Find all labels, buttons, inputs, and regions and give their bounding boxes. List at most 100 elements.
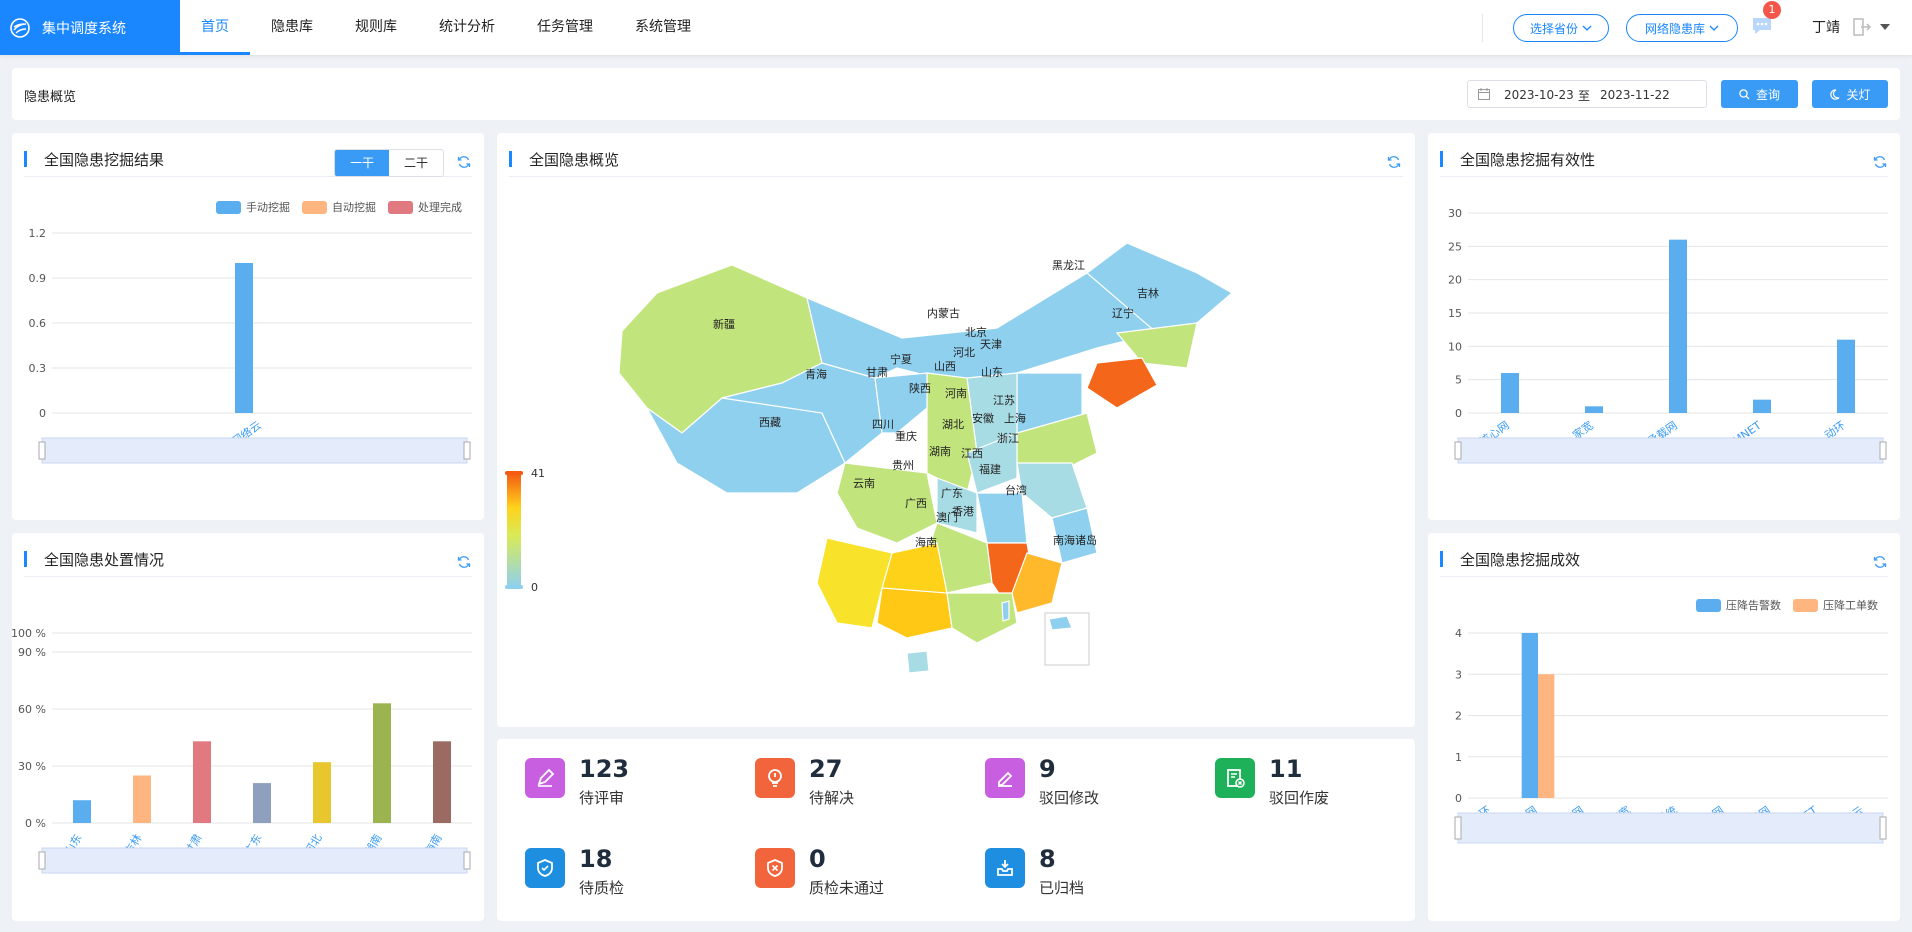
zoom-slider bbox=[1457, 437, 1884, 464]
region-hainan[interactable] bbox=[906, 650, 930, 674]
scale-handle-bottom[interactable] bbox=[505, 585, 523, 589]
region-taiwan[interactable] bbox=[1001, 600, 1010, 622]
label-shanxi: 山西 bbox=[934, 360, 956, 373]
legend-item[interactable]: 压降工单数 bbox=[1793, 597, 1878, 613]
lights-off-button[interactable]: 关灯 bbox=[1812, 80, 1888, 108]
zoom-handle-left bbox=[1454, 441, 1462, 460]
bar bbox=[433, 741, 451, 823]
bar bbox=[253, 783, 271, 823]
label-taiwan: 台湾 bbox=[1005, 483, 1027, 497]
legend-item[interactable]: 压降告警数 bbox=[1696, 597, 1781, 613]
y-tick-label: 0 bbox=[1455, 792, 1462, 805]
date-range-picker[interactable]: 2023-10-23 至 2023-11-22 bbox=[1467, 80, 1707, 108]
label-guangdong: 广东 bbox=[941, 487, 963, 500]
y-tick-label: 15 bbox=[1448, 307, 1462, 320]
stat-rejected-void[interactable]: 11 驳回作废 bbox=[1215, 755, 1329, 808]
library-select[interactable]: 网络隐患库 bbox=[1626, 14, 1738, 42]
bar bbox=[1669, 239, 1687, 413]
nav-rule-lib[interactable]: 规则库 bbox=[334, 0, 418, 55]
label-guizhou: 贵州 bbox=[892, 459, 914, 472]
bar bbox=[313, 762, 331, 823]
bar bbox=[1753, 399, 1771, 413]
stat-num: 27 bbox=[809, 755, 843, 783]
stat-label: 已归档 bbox=[1039, 879, 1085, 897]
message-icon[interactable] bbox=[1751, 16, 1773, 36]
label-sichuan: 四川 bbox=[872, 418, 894, 431]
stat-pending-review[interactable]: 123 待评审 bbox=[525, 755, 629, 808]
stat-label: 质检未通过 bbox=[809, 879, 885, 897]
legend-swatch bbox=[1696, 598, 1721, 612]
region-guangxi[interactable] bbox=[876, 587, 953, 639]
legend-swatch bbox=[302, 200, 327, 214]
stat-rejected-modify[interactable]: 9 驳回修改 bbox=[985, 755, 1099, 808]
nav-statistics[interactable]: 统计分析 bbox=[418, 0, 516, 55]
refresh-icon[interactable] bbox=[1873, 555, 1887, 569]
y-tick-label: 30 bbox=[1448, 207, 1462, 220]
logout-icon[interactable] bbox=[1853, 17, 1871, 37]
title-marker bbox=[1440, 151, 1443, 167]
visual-map-scale[interactable] bbox=[507, 473, 521, 588]
chevron-down-icon bbox=[1709, 25, 1719, 31]
label-xinjiang: 新疆 bbox=[713, 317, 735, 331]
tab-trunk-1[interactable]: 一干 bbox=[335, 150, 389, 176]
query-button[interactable]: 查询 bbox=[1721, 80, 1798, 108]
label-hainan: 海南 bbox=[915, 535, 937, 549]
pen-icon bbox=[525, 758, 565, 798]
stat-pending-solve[interactable]: 27 待解决 bbox=[755, 755, 854, 808]
zoom-slider bbox=[41, 847, 468, 874]
label-jiangsu: 江苏 bbox=[993, 394, 1015, 407]
nav-system[interactable]: 系统管理 bbox=[614, 0, 712, 55]
y-tick-label: 30 % bbox=[18, 760, 46, 773]
main-nav: 首页 隐患库 规则库 统计分析 任务管理 系统管理 bbox=[180, 0, 712, 55]
brand-name: 集中调度系统 bbox=[42, 20, 126, 37]
refresh-icon[interactable] bbox=[1873, 155, 1887, 169]
y-tick-label: 60 % bbox=[18, 703, 46, 716]
stat-label: 待评审 bbox=[579, 789, 625, 807]
region-hubei[interactable] bbox=[976, 492, 1028, 544]
user-menu-caret[interactable] bbox=[1880, 24, 1890, 30]
region-jiangsu-anhui[interactable] bbox=[1016, 462, 1088, 519]
label-xizang: 西藏 bbox=[759, 416, 781, 429]
tab-trunk-2[interactable]: 二干 bbox=[389, 150, 443, 176]
page-title: 隐患概览 bbox=[24, 90, 77, 105]
stat-label: 驳回作废 bbox=[1269, 789, 1330, 807]
stat-qc-failed[interactable]: 0 质检未通过 bbox=[755, 845, 884, 898]
label-jilin: 吉林 bbox=[1137, 286, 1159, 300]
moon-icon bbox=[1830, 88, 1840, 100]
region-south-sea[interactable] bbox=[1048, 615, 1073, 631]
label-south-sea: 南海诸岛 bbox=[1053, 533, 1097, 547]
lights-off-label: 关灯 bbox=[1846, 87, 1871, 102]
label-hebei: 河北 bbox=[953, 346, 975, 359]
refresh-icon[interactable] bbox=[457, 155, 471, 169]
stat-label: 待质检 bbox=[579, 879, 625, 897]
legend-swatch bbox=[388, 200, 413, 214]
scale-handle-top[interactable] bbox=[505, 471, 523, 475]
stat-num: 18 bbox=[579, 845, 613, 873]
label-guangxi: 广西 bbox=[905, 497, 927, 510]
brand[interactable]: 集中调度系统 bbox=[0, 0, 180, 55]
legend-swatch bbox=[216, 200, 241, 214]
mining-bar-chart: 00.30.60.91.2网络云 bbox=[29, 227, 472, 464]
y-tick-label: 4 bbox=[1455, 627, 1462, 640]
stat-pending-qc[interactable]: 18 待质检 bbox=[525, 845, 624, 898]
label-liaoning: 辽宁 bbox=[1112, 306, 1134, 320]
date-end[interactable]: 2023-11-22 bbox=[1600, 88, 1670, 102]
nav-tasks[interactable]: 任务管理 bbox=[516, 0, 614, 55]
label-shandong: 山东 bbox=[981, 366, 1003, 379]
search-icon bbox=[1739, 88, 1750, 99]
doc-cancel-icon bbox=[1215, 758, 1255, 798]
y-tick-label: 100 % bbox=[12, 627, 46, 640]
region-liaoning[interactable] bbox=[1086, 357, 1158, 409]
nav-home[interactable]: 首页 bbox=[180, 0, 250, 55]
province-select[interactable]: 选择省份 bbox=[1513, 14, 1609, 42]
user-name[interactable]: 丁靖 bbox=[1812, 17, 1840, 37]
nav-hazard-lib[interactable]: 隐患库 bbox=[250, 0, 334, 55]
stat-archived[interactable]: 8 已归档 bbox=[985, 845, 1084, 898]
title-marker bbox=[24, 151, 27, 167]
top-header: 集中调度系统 首页 隐患库 规则库 统计分析 任务管理 系统管理 选择省份 网络… bbox=[0, 0, 1912, 55]
refresh-icon[interactable] bbox=[457, 555, 471, 569]
label-heilongjiang: 黑龙江 bbox=[1052, 259, 1085, 272]
scale-max: 41 bbox=[531, 467, 545, 480]
map-regions bbox=[618, 242, 1234, 674]
date-start[interactable]: 2023-10-23 bbox=[1504, 88, 1574, 102]
